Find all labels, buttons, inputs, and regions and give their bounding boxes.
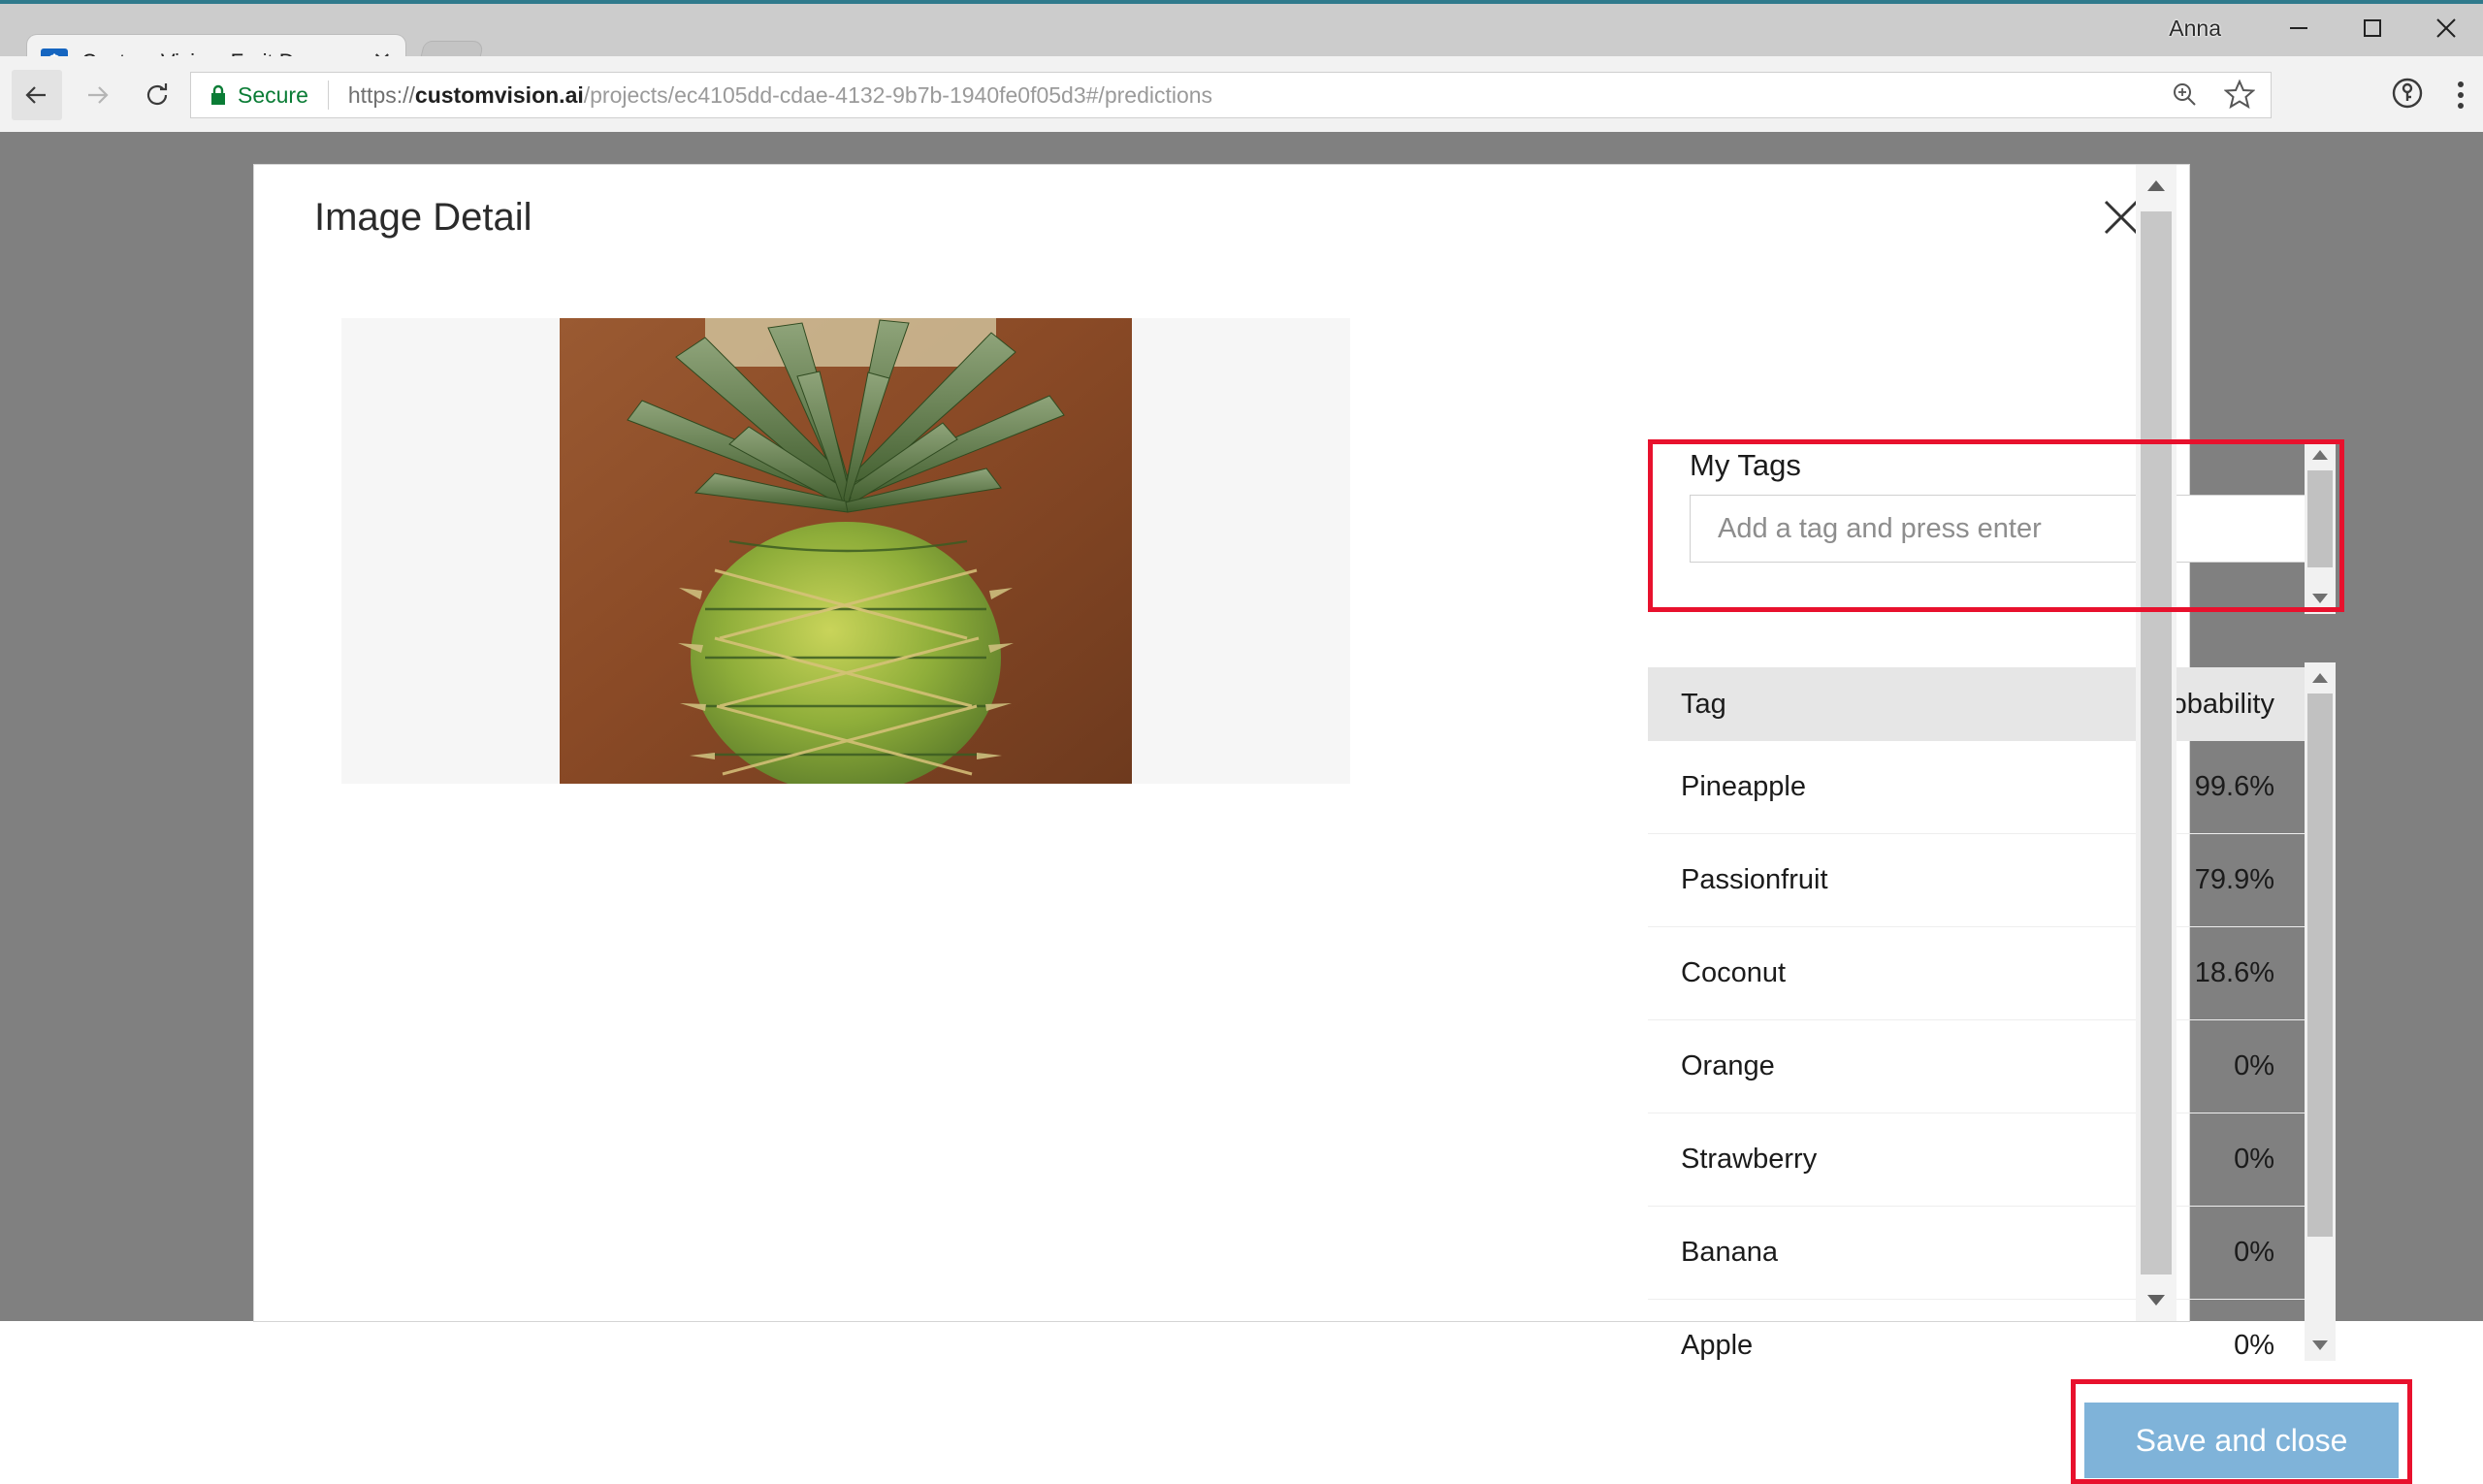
password-manager-icon[interactable]	[2390, 76, 2425, 115]
image-preview-pane	[341, 318, 1350, 784]
scrollbar-thumb[interactable]	[2307, 470, 2333, 567]
prediction-probability: 0%	[2234, 1050, 2274, 1082]
prediction-row: Passionfruit79.9%	[1648, 834, 2307, 927]
window-controls: Anna	[2169, 0, 2483, 56]
prediction-probability: 0%	[2234, 1237, 2274, 1269]
scroll-down-icon[interactable]	[2136, 1280, 2177, 1321]
scroll-down-icon[interactable]	[2305, 1330, 2336, 1361]
extension-icons	[2390, 72, 2464, 118]
prediction-probability: 0%	[2234, 1330, 2274, 1362]
close-window-icon[interactable]	[2409, 0, 2483, 56]
add-tag-placeholder: Add a tag and press enter	[1718, 513, 2042, 545]
window-user-label[interactable]: Anna	[2169, 16, 2221, 42]
prediction-row: Orange0%	[1648, 1020, 2307, 1113]
pineapple-photo[interactable]	[560, 318, 1132, 784]
scroll-down-icon[interactable]	[2305, 583, 2336, 614]
address-bar-icons	[2170, 73, 2255, 119]
minimize-icon[interactable]	[2262, 0, 2336, 56]
scroll-up-icon[interactable]	[2136, 165, 2177, 206]
address-bar-url: https://customvision.ai/projects/ec4105d…	[348, 82, 1212, 109]
browser-window: Custom Vision: Fruit Dem ✕ Anna	[0, 0, 2483, 1321]
browser-toolbar: Secure https://customvision.ai/projects/…	[0, 56, 2483, 132]
prediction-probability: 0%	[2234, 1144, 2274, 1176]
url-domain: customvision.ai	[415, 82, 584, 108]
maximize-icon[interactable]	[2336, 0, 2409, 56]
prediction-row: Banana0%	[1648, 1207, 2307, 1300]
secure-badge: Secure	[209, 82, 308, 109]
secure-label: Secure	[238, 82, 308, 109]
back-icon[interactable]	[12, 70, 62, 120]
modal-scrollbar[interactable]	[2136, 165, 2177, 1321]
browser-menu-icon[interactable]	[2458, 81, 2464, 109]
column-header-tag: Tag	[1681, 689, 2144, 721]
prediction-row: Strawberry0%	[1648, 1113, 2307, 1207]
address-bar-divider	[328, 81, 329, 110]
prediction-probability: 99.6%	[2195, 771, 2274, 803]
scroll-up-icon[interactable]	[2305, 439, 2336, 470]
prediction-probability: 18.6%	[2195, 957, 2274, 989]
scrollbar-thumb[interactable]	[2307, 694, 2333, 1237]
titlebar-accent	[0, 0, 2483, 4]
browser-titlebar: Custom Vision: Fruit Dem ✕ Anna	[0, 0, 2483, 56]
save-button-highlight-annotation	[2071, 1379, 2412, 1484]
predictions-table-body: Pineapple99.6%Passionfruit79.9%Coconut18…	[1648, 741, 2307, 1362]
scroll-up-icon[interactable]	[2305, 662, 2336, 694]
zoom-icon[interactable]	[2170, 80, 2199, 113]
prediction-probability: 79.9%	[2195, 864, 2274, 896]
prediction-row: Coconut18.6%	[1648, 927, 2307, 1020]
forward-icon[interactable]	[72, 70, 122, 120]
prediction-tag: Coconut	[1681, 957, 2195, 989]
my-tags-heading: My Tags	[1690, 448, 1801, 483]
prediction-row: Apple0%	[1648, 1300, 2307, 1362]
url-scheme: https://	[348, 82, 415, 108]
reload-icon[interactable]	[132, 70, 182, 120]
prediction-tag: Pineapple	[1681, 771, 2195, 803]
bookmark-star-icon[interactable]	[2224, 79, 2255, 114]
url-path: /projects/ec4105dd-cdae-4132-9b7b-1940fe…	[584, 82, 1212, 108]
prediction-tag: Passionfruit	[1681, 864, 2195, 896]
prediction-row: Pineapple99.6%	[1648, 741, 2307, 834]
predictions-scrollbar[interactable]	[2305, 662, 2336, 1361]
predictions-table-header: Tag Probability	[1648, 667, 2307, 741]
address-bar[interactable]: Secure https://customvision.ai/projects/…	[190, 72, 2272, 118]
image-detail-modal: Image Detail	[254, 165, 2189, 1321]
add-tag-input[interactable]: Add a tag and press enter	[1690, 495, 2322, 563]
lock-icon	[209, 83, 228, 107]
prediction-tag: Apple	[1681, 1330, 2234, 1362]
modal-title: Image Detail	[314, 196, 532, 240]
scrollbar-thumb[interactable]	[2141, 211, 2172, 1274]
my-tags-scrollbar[interactable]	[2305, 439, 2336, 614]
